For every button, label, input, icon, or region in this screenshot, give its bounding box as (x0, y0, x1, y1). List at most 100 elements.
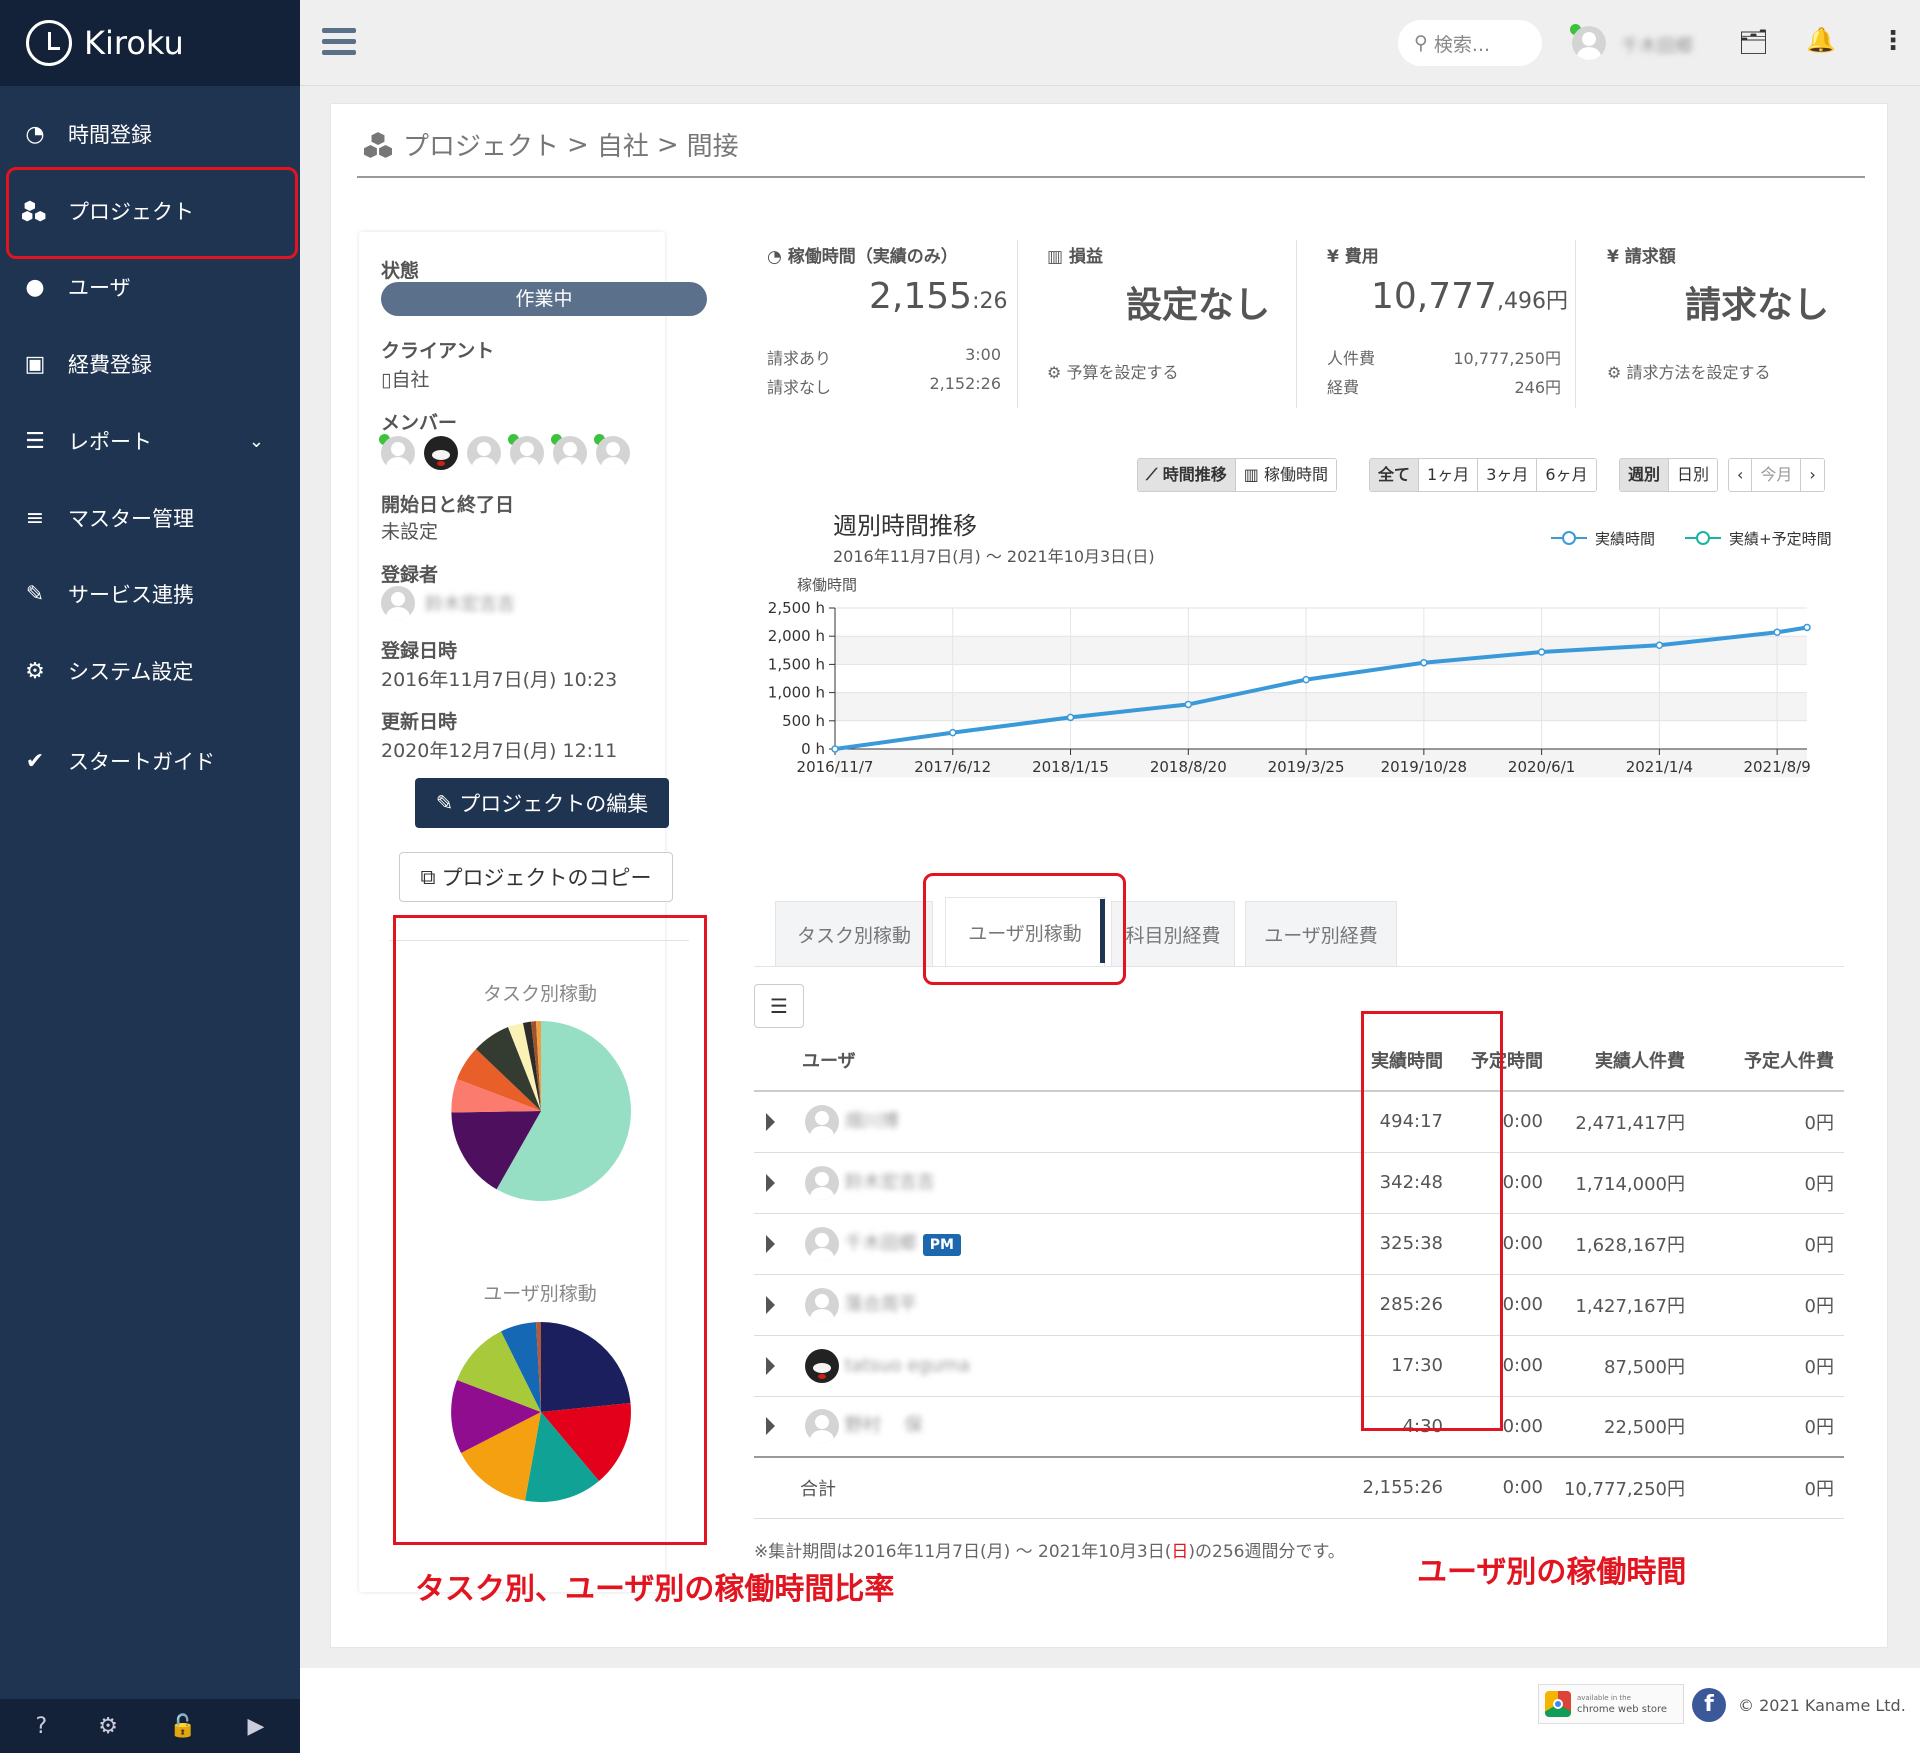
user-icon: ● (25, 274, 45, 300)
lock-icon[interactable]: 🔓 (169, 1714, 196, 1739)
tab-account-expenses[interactable]: 科目別経費 (1111, 901, 1235, 967)
expand-caret-icon[interactable] (766, 1173, 775, 1192)
set-budget-link[interactable]: ⚙ 予算を設定する (1047, 359, 1178, 383)
avatar[interactable] (510, 436, 544, 470)
data-point (1184, 700, 1193, 709)
sidebar-item-expense[interactable]: ▣ 経費登録 (0, 334, 300, 394)
legend-marker (1696, 531, 1710, 545)
user-menu[interactable]: 千木田郷 (1570, 24, 1693, 64)
col-planned-cost[interactable]: 予定人件費 (1695, 1029, 1844, 1092)
highlight-tab-box (923, 873, 1126, 985)
range-6m-button[interactable]: 6ヶ月 (1537, 459, 1596, 491)
sidebar-item-label: 時間登録 (68, 123, 152, 147)
sidebar-item-integration[interactable]: ✎ サービス連携 (0, 564, 300, 624)
table-row[interactable]: tatsuo eguma 17:30 0:00 87,500円 0円 (754, 1335, 1844, 1397)
nav-today-button[interactable]: 今月 (1752, 459, 1802, 491)
help-icon[interactable]: ? (36, 1714, 48, 1739)
avatar[interactable] (553, 436, 587, 470)
avatar (805, 1348, 839, 1383)
chevron-left-icon[interactable]: ‹ (1729, 459, 1753, 491)
user-name: 鈴木宏吉吉 (844, 1171, 935, 1193)
chrome-web-store-badge[interactable]: available in the chrome web store (1538, 1684, 1684, 1724)
breadcrumb-client[interactable]: 自社 (597, 126, 649, 163)
app-logo[interactable]: Kiroku (0, 0, 300, 86)
expand-caret-icon[interactable] (766, 1112, 775, 1131)
client-label: クライアント (381, 340, 495, 362)
user-hours-table: ユーザ 実績時間 予定時間 実績人件費 予定人件費 畑川博 494:17 0:0… (754, 1029, 1844, 1519)
copy-project-button[interactable]: ⧉ プロジェクトのコピー (399, 852, 673, 902)
range-1m-button[interactable]: 1ヶ月 (1419, 459, 1479, 491)
avatar[interactable] (381, 436, 415, 470)
total-planned-cost: 0円 (1695, 1456, 1844, 1519)
sidebar-item-master[interactable]: ≡ マスター管理 (0, 488, 300, 548)
member-label: メンバー (381, 412, 458, 434)
planned-cost: 0円 (1695, 1213, 1844, 1275)
col-user[interactable]: ユーザ (754, 1029, 1347, 1092)
divider (1296, 240, 1297, 408)
sidebar-item-guide[interactable]: ✔ スタートガイド (0, 731, 300, 791)
tab-task-hours[interactable]: タスク別稼動 (775, 901, 933, 967)
avatar[interactable] (467, 436, 501, 470)
expand-caret-icon[interactable] (766, 1234, 775, 1253)
actual-cost: 1,714,000円 (1553, 1152, 1695, 1214)
divider (754, 966, 1844, 967)
divider (357, 176, 1865, 178)
avatar[interactable] (424, 436, 458, 470)
user-name: 畑川博 (844, 1110, 899, 1132)
table-row[interactable]: 鈴木宏吉吉 342:48 0:00 1,714,000円 0円 (754, 1152, 1844, 1214)
period-weekly-button[interactable]: 週別 (1620, 459, 1670, 491)
sidebar-item-label: ユーザ (68, 276, 131, 300)
table-row[interactable]: 落合周平 285:26 0:00 1,427,167円 0円 (754, 1274, 1844, 1336)
chrome-icon (1545, 1691, 1571, 1717)
mode-hours-button[interactable]: ▥ 稼働時間 (1235, 459, 1337, 491)
table-row[interactable]: 野村 保 4:30 0:00 22,500円 0円 (754, 1396, 1844, 1458)
gear-icon[interactable]: ⚙ (98, 1714, 118, 1739)
data-point (1655, 641, 1664, 649)
table-row[interactable]: 千木田郷 PM 325:38 0:00 1,628,167円 0円 (754, 1213, 1844, 1275)
breadcrumb: プロジェクト > 自社 > 間接 (361, 126, 739, 163)
edit-project-button[interactable]: ✎ プロジェクトの編集 (415, 778, 669, 828)
pl-main: 設定なし (1126, 285, 1271, 326)
period-daily-button[interactable]: 日別 (1669, 459, 1718, 491)
set-invoice-link[interactable]: ⚙ 請求方法を設定する (1607, 359, 1770, 383)
range-all-button[interactable]: 全て (1370, 459, 1420, 491)
col-actual-cost[interactable]: 実績人件費 (1553, 1029, 1695, 1092)
breadcrumb-sep: > (656, 129, 679, 160)
sidebar-item-label: システム設定 (68, 660, 194, 684)
highlight-pies-box (393, 915, 707, 1545)
chart-period-group: 週別 日別 (1619, 458, 1719, 492)
labor-label: 人件費 (1327, 349, 1376, 368)
store-small-text: available in the (1577, 1694, 1631, 1702)
tab-user-expenses[interactable]: ユーザ別経費 (1245, 901, 1397, 967)
play-icon[interactable]: ▶ (248, 1714, 265, 1739)
facebook-icon[interactable]: f (1692, 1688, 1726, 1722)
creator-label: 登録者 (381, 564, 439, 586)
avatar[interactable] (596, 436, 630, 470)
sidebar-item-report[interactable]: ☰ レポート ⌄ (0, 411, 300, 471)
range-3m-button[interactable]: 3ヶ月 (1478, 459, 1538, 491)
mode-timeseries-button[interactable]: ⟋ 時間推移 (1138, 459, 1236, 491)
x-tick-label: 2019/3/25 (1268, 758, 1345, 776)
hamburger-menu-icon[interactable] (322, 28, 356, 56)
sidebar-item-settings[interactable]: ⚙ システム設定 (0, 641, 300, 701)
list-view-button[interactable]: ☰ (754, 984, 804, 1028)
bell-icon[interactable]: 🔔 (1806, 26, 1836, 54)
table-row[interactable]: 畑川博 494:17 0:00 2,471,417円 0円 (754, 1091, 1844, 1153)
client-value[interactable]: ▯自社 (381, 365, 429, 392)
set-budget-text: 予算を設定する (1066, 363, 1179, 382)
gift-icon[interactable]: 🗂 (1738, 28, 1768, 56)
expand-caret-icon[interactable] (766, 1356, 775, 1375)
more-vertical-icon[interactable]: ⋮ (1880, 26, 1906, 56)
updated-value: 2020年12月7日(月) 12:11 (381, 740, 618, 762)
sidebar-item-user[interactable]: ● ユーザ (0, 257, 300, 317)
chevron-right-icon[interactable]: › (1801, 459, 1824, 491)
search-input[interactable]: ⚲ 検索... (1398, 20, 1542, 66)
expand-caret-icon[interactable] (766, 1295, 775, 1314)
hours-main: 2,155:26 (869, 276, 1007, 317)
breadcrumb-root[interactable]: プロジェクト (403, 126, 559, 163)
data-point (831, 745, 839, 753)
topbar: ⚲ 検索... 千木田郷 🗂 🔔 ⋮ (300, 0, 1920, 86)
expand-caret-icon[interactable] (766, 1417, 775, 1436)
sidebar-item-time[interactable]: ◔ 時間登録 (0, 104, 300, 164)
member-avatars (379, 434, 630, 474)
